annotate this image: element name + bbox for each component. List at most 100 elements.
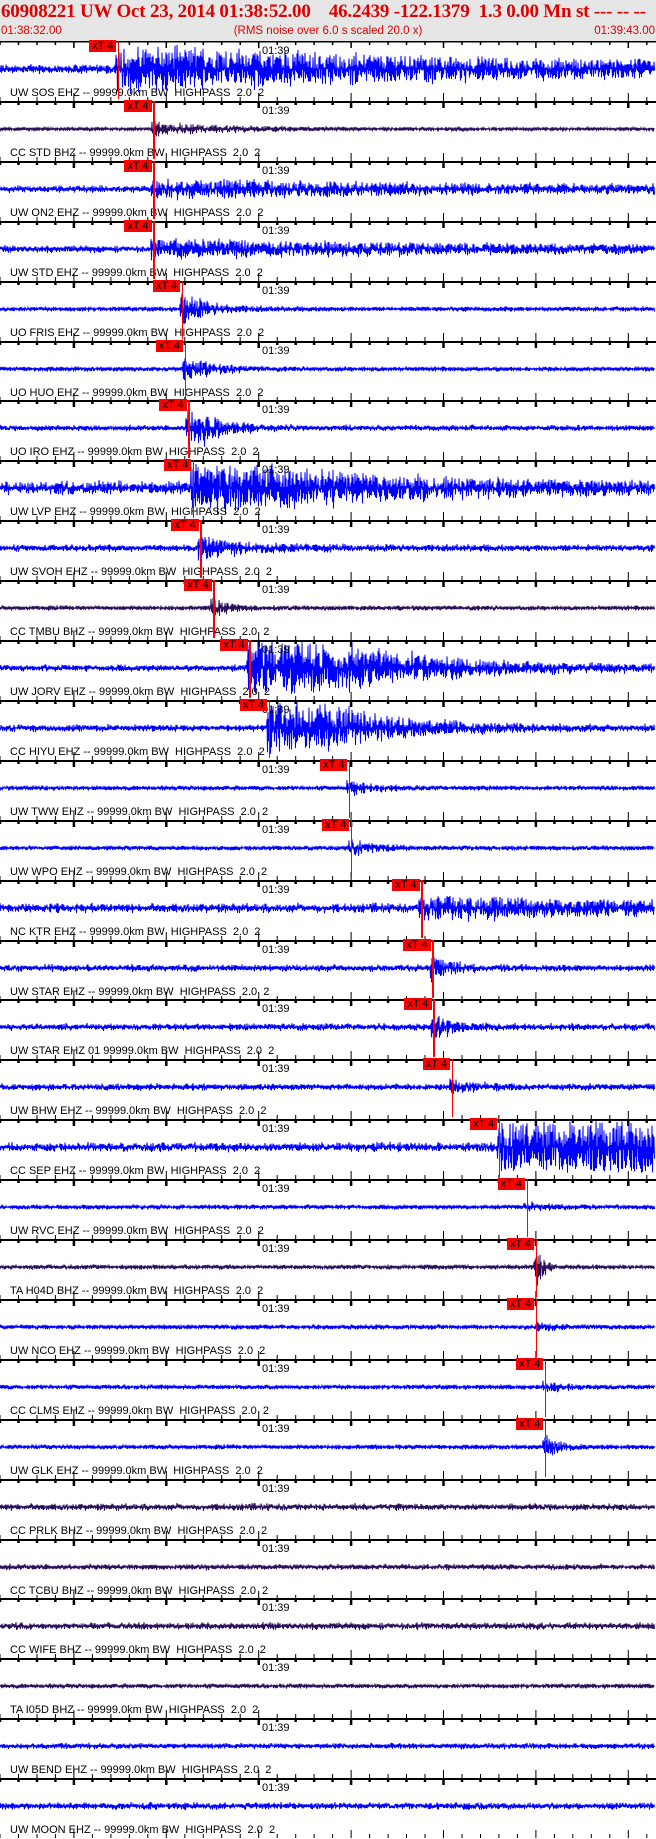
pick-marker-line[interactable] bbox=[200, 520, 202, 579]
pick-marker-line[interactable] bbox=[213, 580, 215, 639]
pick-label[interactable]: xT 4 bbox=[155, 339, 183, 352]
minute-marker: 01:39 bbox=[262, 1482, 290, 1495]
time-axis-divider bbox=[0, 939, 656, 947]
pick-marker-line[interactable] bbox=[182, 280, 184, 339]
waveform-trace bbox=[0, 1078, 655, 1095]
trace-row: 01:39 UW SVOH EHZ -- 99999.0km BW HIGHPAS… bbox=[0, 519, 656, 581]
pick-marker-line[interactable] bbox=[153, 100, 155, 159]
waveform-trace bbox=[0, 1622, 655, 1631]
minute-marker: 01:39 bbox=[262, 1602, 290, 1615]
trace-row: 01:39 UW STD EHZ -- 99999.0km BW HIGHPASS… bbox=[0, 219, 656, 281]
pick-marker-line[interactable] bbox=[249, 640, 251, 698]
station-label: UW LVP EHZ -- 99999.0km BW HIGHPASS 2.0 … bbox=[10, 506, 261, 519]
pick-marker-line[interactable] bbox=[184, 340, 186, 399]
waveform-trace bbox=[0, 895, 655, 922]
pick-label[interactable]: xT 4 bbox=[89, 40, 117, 52]
station-label: UW MOON EHZ -- 99999.0km BW HIGHPASS 2.0… bbox=[10, 1824, 276, 1837]
time-axis-divider bbox=[0, 1358, 656, 1366]
trace-row: 01:39 UO HUO EHZ -- 99999.0km BW HIGHPASS… bbox=[0, 339, 656, 401]
station-label: UO IRO EHZ -- 99999.0km BW HIGHPASS 2.0 … bbox=[10, 446, 259, 459]
trace-row: 01:39 UW LVP EHZ -- 99999.0km BW HIGHPASS… bbox=[0, 459, 656, 521]
pick-label[interactable]: xT 4 bbox=[506, 1297, 535, 1310]
pick-label[interactable]: xT 4 bbox=[404, 998, 432, 1011]
pick-marker-line[interactable] bbox=[118, 41, 120, 99]
trace-row: 01:39 UW SOS EHZ -- 99999.0km BW HIGHPASS… bbox=[0, 40, 656, 101]
station-label: UW BHW EHZ -- 99999.0km BW HIGHPASS 2.0 … bbox=[10, 1105, 267, 1118]
waveform-trace bbox=[0, 956, 655, 982]
station-label: UO FRIS EHZ -- 99999.0km BW HIGHPASS 2.0… bbox=[10, 326, 265, 339]
time-axis-divider bbox=[0, 640, 656, 647]
pick-marker-line[interactable] bbox=[433, 999, 435, 1058]
time-axis-divider bbox=[0, 400, 656, 408]
event-title: 60908221 UW Oct 23, 2014 01:38:52.00 46.… bbox=[1, 1, 656, 22]
pick-label[interactable]: xT 4 bbox=[506, 1238, 535, 1250]
pick-marker-line[interactable] bbox=[351, 819, 353, 878]
time-axis-divider bbox=[0, 1119, 656, 1127]
pick-marker-line[interactable] bbox=[349, 759, 351, 818]
time-axis-divider bbox=[0, 1298, 656, 1306]
pick-marker-line[interactable] bbox=[451, 1059, 453, 1118]
pick-label[interactable]: xT 4 bbox=[516, 1357, 544, 1370]
pick-label[interactable]: xT 4 bbox=[124, 219, 152, 232]
time-axis-divider bbox=[0, 340, 656, 348]
minute-marker: 01:39 bbox=[262, 943, 290, 956]
pick-label[interactable]: xT 4 bbox=[322, 818, 350, 831]
trace-row: 01:39 NC KTR EHZ -- 99999.0km BW HIGHPASS… bbox=[0, 878, 656, 940]
station-label: UW ON2 EHZ -- 99999.0km BW HIGHPASS 2.0 … bbox=[10, 206, 264, 219]
pick-marker-line[interactable] bbox=[432, 939, 434, 998]
waveform-trace bbox=[0, 1502, 655, 1511]
pick-marker-line[interactable] bbox=[193, 460, 195, 519]
station-label: UW NCO EHZ -- 99999.0km BW HIGHPASS 2.0 … bbox=[10, 1344, 266, 1357]
station-label: UO HUO EHZ -- 99999.0km BW HIGHPASS 2.0 … bbox=[10, 386, 264, 399]
time-axis-divider bbox=[0, 160, 656, 168]
pick-label[interactable]: xT 4 bbox=[516, 1417, 544, 1430]
minute-marker: 01:39 bbox=[262, 1302, 290, 1315]
pick-label[interactable]: xT 4 bbox=[392, 878, 420, 891]
end-time: 01:39:43.00 bbox=[594, 25, 655, 37]
time-axis-divider bbox=[0, 220, 656, 228]
pick-label[interactable]: xT 4 bbox=[220, 639, 248, 651]
station-label: UW STAR EHZ 01 99999.0km BW HIGHPASS 2.0… bbox=[10, 1045, 275, 1058]
waveform-trace bbox=[0, 779, 655, 796]
waveform-trace bbox=[0, 121, 655, 137]
pick-marker-line[interactable] bbox=[153, 160, 155, 219]
pick-marker-line[interactable] bbox=[535, 1239, 538, 1297]
trace-row: 01:39 UW MOON EHZ -- 99999.0km BW HIGHPAS… bbox=[0, 1778, 656, 1839]
minute-marker: 01:39 bbox=[262, 1243, 290, 1255]
pick-label[interactable]: xT 4 bbox=[153, 279, 181, 292]
pick-label[interactable]: xT 4 bbox=[469, 1118, 498, 1131]
pick-marker-line[interactable] bbox=[545, 1358, 547, 1417]
minute-marker: 01:39 bbox=[262, 45, 290, 57]
pick-marker-line[interactable] bbox=[153, 220, 155, 279]
trace-row: 01:39 UW BHW EHZ -- 99999.0km BW HIGHPASS… bbox=[0, 1058, 656, 1120]
pick-label[interactable]: xT 4 bbox=[171, 519, 199, 532]
time-axis-divider bbox=[0, 1718, 656, 1726]
station-label: NC KTR EHZ -- 99999.0km BW HIGHPASS 2.0 … bbox=[10, 925, 261, 938]
trace-row: 01:39 UW ON2 EHZ -- 99999.0km BW HIGHPASS… bbox=[0, 159, 656, 221]
pick-marker-line[interactable] bbox=[421, 879, 423, 938]
pick-marker-line[interactable] bbox=[526, 1179, 528, 1238]
station-label: CC WIFE BHZ -- 99999.0km BW HIGHPASS 2.0… bbox=[10, 1644, 266, 1657]
pick-label[interactable]: xT 4 bbox=[497, 1178, 525, 1191]
rms-note: (RMS noise over 6.0 s scaled 20.0 x) bbox=[233, 25, 423, 37]
pick-label[interactable]: xT 4 bbox=[159, 399, 187, 412]
pick-label[interactable]: xT 4 bbox=[422, 1058, 450, 1071]
pick-label[interactable]: xT 4 bbox=[164, 459, 192, 472]
pick-label[interactable]: xT 4 bbox=[320, 758, 348, 771]
trace-row: 01:39 UW JORV EHZ -- 99999.0km BW HIGHPAS… bbox=[0, 639, 656, 700]
pick-label[interactable]: xT 4 bbox=[239, 698, 268, 711]
waveform-trace bbox=[0, 178, 655, 201]
pick-marker-line[interactable] bbox=[498, 1119, 501, 1178]
station-label: CC HIYU EHZ -- 99999.0km BW HIGHPASS 2.0… bbox=[10, 745, 265, 758]
pick-label[interactable]: xT 4 bbox=[124, 159, 152, 172]
pick-marker-line[interactable] bbox=[545, 1418, 547, 1477]
pick-label[interactable]: xT 4 bbox=[403, 938, 431, 951]
minute-marker: 01:39 bbox=[262, 224, 290, 237]
time-axis-divider bbox=[0, 460, 656, 468]
pick-marker-line[interactable] bbox=[535, 1298, 538, 1357]
pick-marker-line[interactable] bbox=[268, 699, 271, 758]
pick-label[interactable]: xT 4 bbox=[124, 99, 152, 112]
pick-marker-line[interactable] bbox=[188, 400, 190, 459]
station-label: CC CLMS EHZ -- 99999.0km BW HIGHPASS 2.0… bbox=[10, 1404, 269, 1417]
pick-label[interactable]: xT 4 bbox=[184, 579, 212, 592]
